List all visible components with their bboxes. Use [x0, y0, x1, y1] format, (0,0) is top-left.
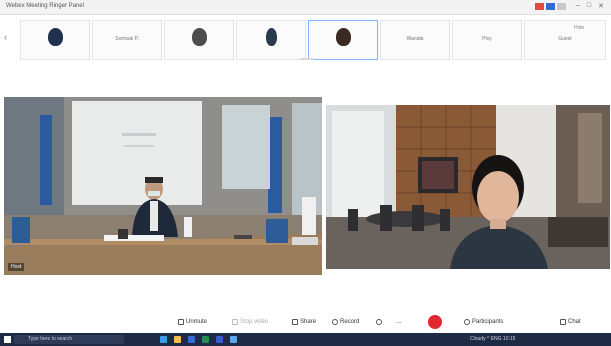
participant-tile[interactable] [236, 20, 306, 60]
participant-tile[interactable] [20, 20, 90, 60]
edge-icon[interactable] [160, 336, 167, 343]
webex-icon[interactable] [188, 336, 195, 343]
participant-name: Guest [558, 36, 572, 42]
maximize-button[interactable]: □ [587, 2, 591, 10]
more-options-button[interactable]: ... [396, 316, 401, 328]
participants-label: Participants [472, 319, 504, 325]
system-tray: Cloudy ^ ENG 10:15 [470, 336, 516, 342]
participant-name: Wanida [406, 36, 424, 42]
share-icon [292, 319, 298, 325]
window-titlebar: Webex Meeting Ringer Panel – □ ✕ [0, 0, 611, 15]
chat-label: Chat [568, 319, 581, 325]
video-name-tag: Host [8, 263, 25, 271]
minimize-button[interactable]: – [576, 2, 580, 10]
share-button[interactable]: Share [292, 316, 316, 328]
end-call-button[interactable] [428, 315, 442, 329]
video-label: Stop video [240, 319, 269, 325]
video-feed-left[interactable]: Host [4, 97, 322, 275]
titlebar-status-badges [535, 3, 566, 10]
stop-video-button[interactable]: Stop video [232, 316, 268, 328]
microphone-icon [178, 319, 184, 325]
chat-button[interactable]: Chat [560, 316, 581, 328]
meeting-toolbar: Unmute Stop video Share Record ... Parti… [0, 312, 611, 332]
participant-avatar-icon [192, 28, 207, 46]
participant-name: Somsak P. [115, 36, 139, 42]
outlook-icon[interactable] [230, 336, 237, 343]
strip-hide-link[interactable]: Hide [574, 25, 584, 31]
participant-strip: ‹ Somsak P. Wanida Ploy Guest Hide [0, 16, 611, 60]
participant-tile[interactable]: Wanida [380, 20, 450, 60]
file-explorer-icon[interactable] [174, 336, 181, 343]
windows-start-icon[interactable] [4, 336, 11, 343]
mute-label: Unmute [186, 319, 208, 325]
participant-avatar-icon [48, 28, 63, 46]
strip-scroll-handle[interactable] [300, 58, 314, 60]
participant-avatar-icon [266, 28, 277, 46]
close-button[interactable]: ✕ [598, 2, 604, 10]
taskbar-search-placeholder: Type here to search [28, 336, 73, 342]
record-icon [332, 319, 338, 325]
participant-tile[interactable]: Somsak P. [92, 20, 162, 60]
participant-avatar-icon [336, 28, 351, 46]
word-icon[interactable] [216, 336, 223, 343]
participant-tile[interactable] [308, 20, 378, 60]
record-button[interactable]: Record [332, 316, 359, 328]
smiley-icon [376, 319, 382, 325]
layout-icon[interactable] [557, 3, 566, 10]
mute-button[interactable]: Unmute [178, 316, 207, 328]
record-indicator-icon [535, 3, 544, 10]
meeting-room-scene [4, 97, 322, 275]
strip-prev-icon[interactable]: ‹ [4, 32, 7, 42]
more-label: ... [396, 319, 402, 325]
reactions-button[interactable] [376, 316, 382, 328]
people-icon [464, 319, 470, 325]
office-scene [326, 105, 610, 269]
excel-icon[interactable] [202, 336, 209, 343]
window-title: Webex Meeting Ringer Panel [6, 3, 84, 9]
chat-icon [560, 319, 566, 325]
window-controls: – □ ✕ [576, 2, 604, 10]
participant-tile[interactable] [164, 20, 234, 60]
participant-tile[interactable]: Ploy [452, 20, 522, 60]
participants-button[interactable]: Participants [464, 316, 503, 328]
os-taskbar: Type here to search Cloudy ^ ENG 10:15 [0, 333, 611, 346]
share-label: Share [300, 319, 317, 325]
video-feed-right[interactable] [326, 105, 610, 269]
taskbar-search-box[interactable]: Type here to search [14, 335, 124, 344]
secure-icon [546, 3, 555, 10]
participant-name: Ploy [482, 36, 492, 42]
camera-icon [232, 319, 238, 325]
participant-tile[interactable]: Guest [524, 20, 606, 60]
record-label: Record [340, 319, 360, 325]
